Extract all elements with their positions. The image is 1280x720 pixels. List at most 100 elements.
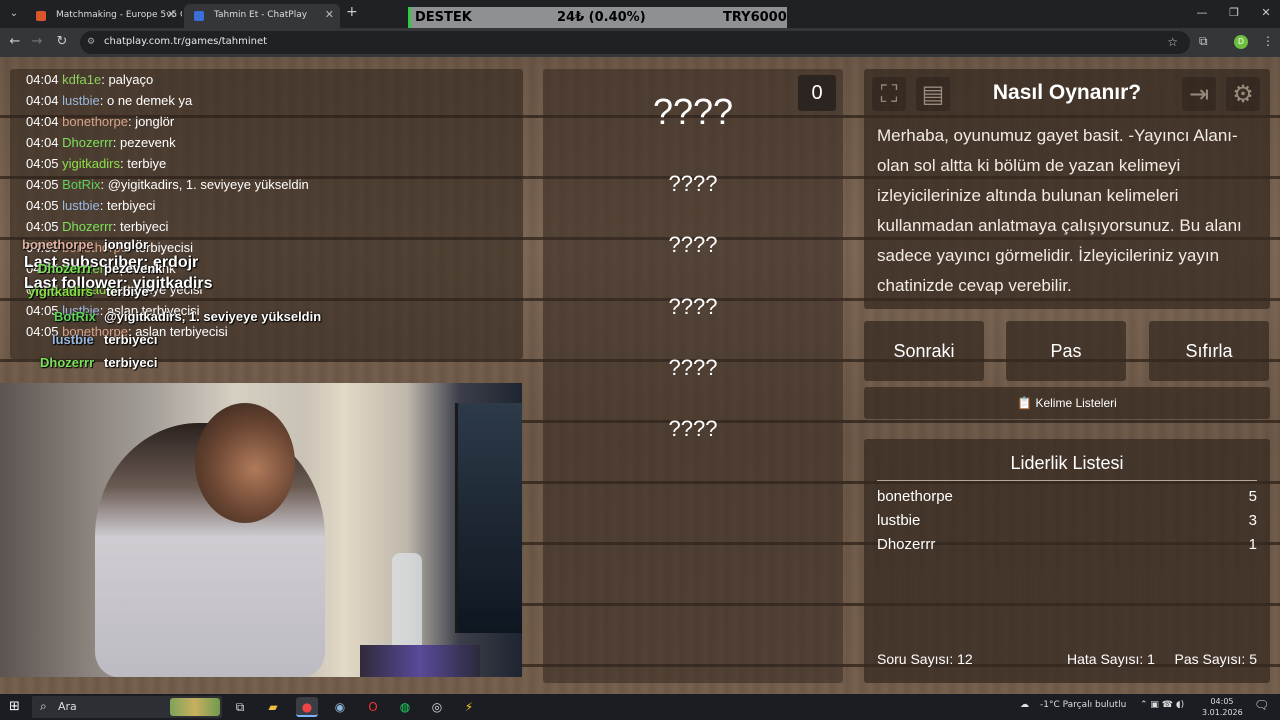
forbidden-word: ???? [668,171,718,196]
exit-icon[interactable]: ⇥ [1182,77,1216,111]
chat-text: terbiyeci [119,219,169,234]
leaderboard-score: 5 [1248,488,1257,505]
donation-ticker: DESTEK 24₺ (0.40%) TRY6000 [408,7,787,29]
leaderboard-row: Dhozerrr 1 [877,533,1257,557]
chat-colon: : [112,219,120,234]
error-count: Hata Sayısı: 1 [1067,651,1155,667]
close-tab-icon[interactable]: ✕ [325,4,334,26]
webcam-feed [0,383,522,677]
system-tray-icons[interactable]: ⌃ ▣ ☎ ◖) [1140,700,1184,710]
tab-chatplay[interactable]: Tahmin Et - ChatPlay ✕ [184,4,340,28]
taskbar-clock[interactable]: 04:05 3.01.2026 [1202,696,1243,718]
chat-user[interactable]: lustbie [62,93,100,108]
chat-message: 04:05 yigitkadirs: terbiye [26,153,309,174]
reset-button[interactable]: Sıfırla [1149,321,1269,381]
url-field[interactable]: ⚙ chatplay.com.tr/games/tahminet ☆ [80,31,1190,54]
webcam-bottle [392,553,422,648]
clock-date: 3.01.2026 [1202,708,1243,717]
chat-colon: : [99,198,107,213]
spotify-icon[interactable]: ◍ [394,697,416,717]
chat-user[interactable]: Dhozerrr [62,135,113,150]
chat-user[interactable]: yigitkadirs [62,156,120,171]
restore-icon[interactable]: ❐ [1224,6,1244,19]
word-lists-button[interactable]: 📋 Kelime Listeleri [864,387,1270,419]
tab-favicon-icon [36,11,46,21]
obs-icon[interactable]: ◎ [426,697,448,717]
steam-icon[interactable]: ◉ [329,697,351,717]
back-icon[interactable]: ← [6,34,24,49]
task-view-icon[interactable]: ⧉ [229,697,251,717]
tab-matchmaking[interactable]: Matchmaking - Europe 5v5 Qu ✕ [26,4,182,28]
leaderboard-name: lustbie [877,512,921,529]
opera-icon[interactable]: O [362,697,384,717]
forbidden-word: ???? [668,355,718,380]
site-info-icon[interactable]: ⚙ [87,37,95,47]
chat-colon: : [99,93,107,108]
browser-menu-icon[interactable]: ⋮ [1262,34,1274,48]
chat-text: pezevenk [119,135,176,150]
overlay-msg: terbiyeci [104,355,158,370]
chat-user[interactable]: bonethorpe [62,114,128,129]
profile-avatar[interactable]: D [1234,35,1248,49]
bookmark-star-icon[interactable]: ☆ [1167,35,1178,49]
overlay-user: Dhozerrr [40,355,95,370]
next-button[interactable]: Sonraki [864,321,984,381]
reload-icon[interactable]: ↻ [53,34,71,49]
app-icon[interactable]: ⚡ [458,697,480,717]
tab-favicon-icon [194,11,204,21]
weather-icon[interactable]: ☁ [1020,700,1029,710]
webcam-monitor [455,403,522,633]
chat-text: terbiye [127,156,167,171]
close-tab-icon[interactable]: ✕ [167,4,176,26]
overlay-user: bonethorpe [22,237,94,252]
address-bar: ← → ↻ ⚙ chatplay.com.tr/games/tahminet ☆ [0,28,1280,57]
notifications-icon[interactable]: 🗨 [1254,698,1269,712]
file-explorer-icon[interactable]: ▰ [262,697,284,717]
chat-time: 04:05 [26,198,59,213]
search-highlight-image [170,698,220,716]
new-tab-icon[interactable]: + [346,4,358,20]
forward-icon[interactable]: → [28,34,46,49]
overlay-msg: @yigitkadirs, 1. seviyeye yükseldin [104,309,322,324]
clock-time: 04:05 [1210,697,1234,706]
browser-tab-bar: ⌄ Matchmaking - Europe 5v5 Qu ✕ Tahmin E… [0,0,1280,29]
chat-user[interactable]: BotRix [62,177,100,192]
leaderboard-score: 1 [1248,536,1257,553]
chat-message: 04:04 lustbie: o ne demek ya [26,90,309,111]
chat-user[interactable]: kdfa1e [62,72,101,87]
settings-gear-icon[interactable]: ⚙ [1226,77,1260,111]
chat-message: 04:05 Dhozerrr: terbiyeci [26,216,309,237]
forbidden-word: ???? [668,232,718,257]
search-label: Ara [58,700,77,713]
chat-time: 04:04 [26,93,59,108]
chat-time: 04:05 [26,219,59,234]
chrome-icon[interactable]: ● [296,697,318,717]
overlay-msg: terbiye [106,284,149,299]
taskbar-search[interactable]: ⌕ Ara [32,696,222,718]
extensions-icon[interactable]: ⧉ [1199,34,1208,49]
game-page: 04:04 kdfa1e: palyaço 04:04 lustbie: o ne… [0,57,1280,694]
close-window-icon[interactable]: ✕ [1256,6,1276,19]
weather-text[interactable]: -1°C Parçalı bulutlu [1040,700,1126,710]
howto-text: Merhaba, oyunumuz gayet basit. -Yayıncı … [877,126,1242,295]
chat-text: terbiyeci [106,198,156,213]
minimize-icon[interactable]: — [1192,6,1212,19]
chat-message: 04:04 bonethorpe: jonglör [26,111,309,132]
search-icon: ⌕ [40,699,47,713]
ticker-name: DESTEK [415,10,472,25]
tab-label: Tahmin Et - ChatPlay [214,10,308,20]
chat-user[interactable]: lustbie [62,198,100,213]
chat-lines: 04:04 kdfa1e: palyaço 04:04 lustbie: o ne… [26,69,309,342]
forbidden-word: ???? [668,294,718,319]
pass-count: Pas Sayısı: 5 [1174,651,1257,667]
chat-user[interactable]: Dhozerrr [62,219,113,234]
overlay-user: yigitkadirs [28,284,94,299]
chat-text: o ne demek ya [106,93,193,108]
tab-search-icon[interactable]: ⌄ [6,6,22,22]
leaderboard-row: lustbie 3 [877,509,1257,533]
leaderboard-score: 3 [1248,512,1257,529]
overlay-user: lustbie [52,332,94,347]
pass-button[interactable]: Pas [1006,321,1126,381]
windows-start-icon[interactable]: ⊞ [9,699,20,714]
windows-taskbar: ⊞ ⌕ Ara ⧉ ▰ ● ◉ O ◍ ◎ ⚡ ☁ -1°C Parçalı b… [0,694,1280,720]
